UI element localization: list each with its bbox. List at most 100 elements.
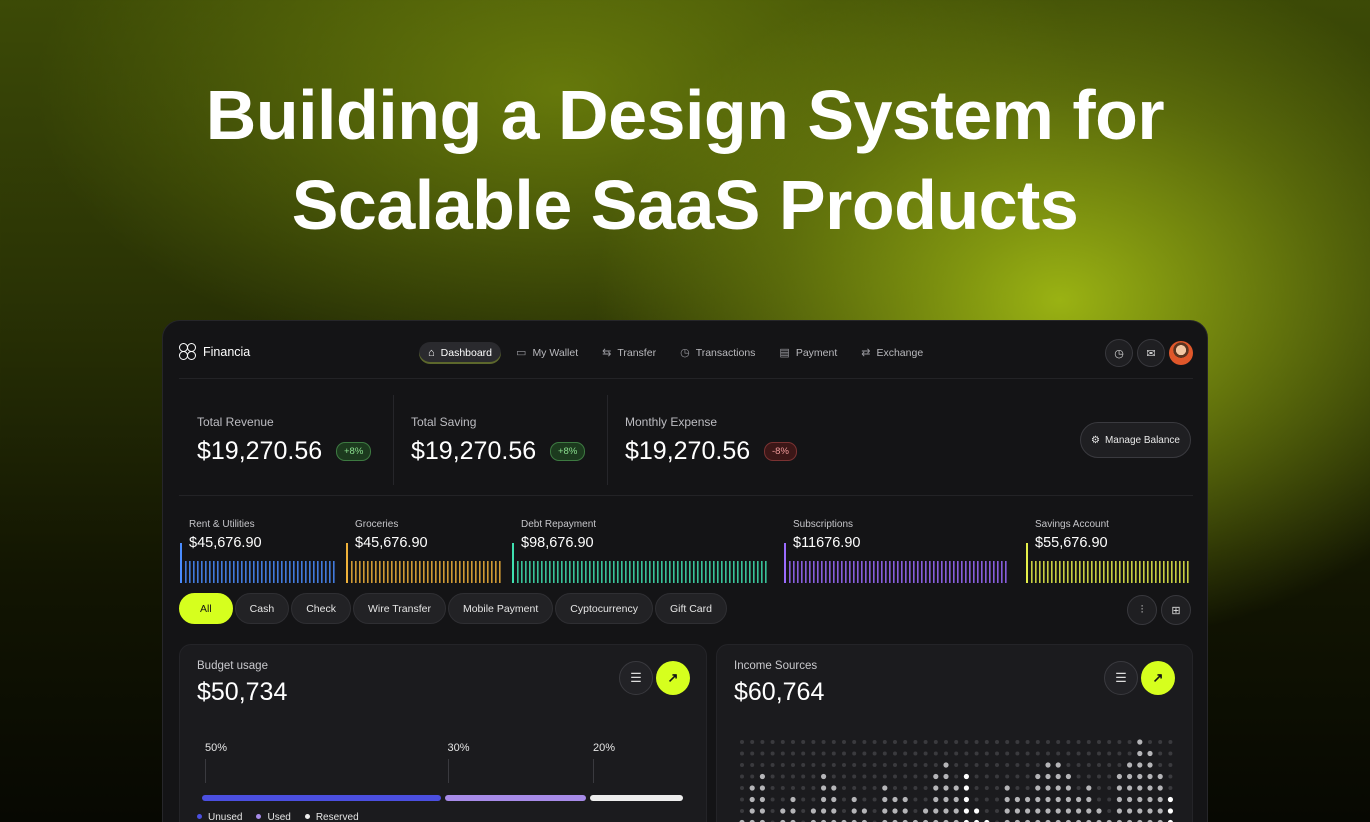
manage-balance-button[interactable]: ⚙ Manage Balance (1079, 422, 1191, 458)
budget-filter-button[interactable]: ☰ (619, 661, 653, 695)
category-bar-tick (597, 561, 599, 583)
stat-total-revenue: Total Revenue $19,270.56 +8% (179, 395, 393, 485)
matrix-dot (872, 809, 877, 813)
main-nav: ⌂ Dashboard ▭ My Wallet ⇆ Transfer ◷ Transactio… (419, 341, 932, 364)
matrix-dot (1157, 808, 1163, 814)
category-bar-tick (499, 561, 501, 583)
matrix-dot (831, 785, 837, 791)
category-bar-tick (1127, 561, 1129, 583)
brand[interactable]: Financia (179, 343, 250, 361)
category-bar-tick (487, 561, 489, 583)
nav-dashboard[interactable]: ⌂ Dashboard (419, 341, 502, 364)
matrix-dot (892, 796, 898, 803)
stat-monthly-expense: Monthly Expense $19,270.56 -8% (607, 395, 867, 485)
category-bar-tick (789, 561, 791, 583)
filter-chip-check[interactable]: Check (291, 593, 351, 624)
filter-chip-cyptocurrency[interactable]: Cyptocurrency (555, 593, 653, 624)
matrix-dot (861, 808, 867, 814)
matrix-dot (913, 797, 918, 802)
matrix-dot (1137, 739, 1143, 745)
matrix-dot (1045, 762, 1051, 768)
matrix-dot (995, 786, 999, 790)
matrix-dot (943, 785, 949, 791)
stat-value: $19,270.56 (197, 437, 323, 465)
matrix-dot (1147, 750, 1153, 757)
category-bar-tick (273, 561, 275, 583)
history-button[interactable]: ◷ (1105, 339, 1133, 367)
category-bar-tick (367, 561, 369, 583)
category-bar-tick (945, 561, 947, 583)
category-rent-utilities[interactable]: Rent & Utilities $45,676.90 (179, 516, 339, 586)
notifications-button[interactable]: ✉ (1137, 339, 1165, 367)
matrix-dot (943, 762, 949, 768)
category-bar-tick (379, 561, 381, 583)
category-bar-tick (645, 561, 647, 583)
category-bar-tick (189, 561, 191, 583)
budget-open-button[interactable]: ↗ (656, 661, 690, 695)
matrix-dot (984, 740, 989, 744)
category-bar-tick (451, 561, 453, 583)
matrix-dot (1107, 763, 1112, 767)
matrix-dot (801, 797, 806, 802)
category-bar-tick (325, 561, 327, 583)
category-bar-tick (609, 561, 611, 583)
category-bar-tick (313, 561, 315, 583)
matrix-dot (801, 774, 806, 779)
category-bar-tick (721, 561, 723, 583)
category-subscriptions[interactable]: Subscriptions $11676.90 (783, 516, 1013, 586)
matrix-dot (1035, 808, 1041, 814)
category-label: Subscriptions (793, 519, 854, 530)
matrix-dot (1055, 773, 1061, 780)
matrix-dot (1167, 796, 1173, 803)
stat-value: $19,270.56 (411, 437, 537, 465)
nav-transfer[interactable]: ⇆ Transfer (593, 341, 665, 364)
matrix-dot (1097, 786, 1101, 790)
matrix-dot (1117, 763, 1122, 767)
matrix-dot (1055, 785, 1061, 791)
category-bar-tick (573, 561, 575, 583)
category-bar-tick (483, 561, 485, 583)
category-bar-tick (649, 561, 651, 583)
filter-settings-button[interactable]: ⫶ (1127, 595, 1157, 625)
category-bar-tick (925, 561, 927, 583)
avatar[interactable] (1169, 341, 1193, 365)
brand-name: Financia (203, 345, 251, 359)
filter-chip-wire-transfer[interactable]: Wire Transfer (352, 593, 446, 624)
nav-transactions[interactable]: ◷ Transactions (671, 341, 764, 364)
filter-chip-mobile-payment[interactable]: Mobile Payment (447, 593, 554, 624)
category-bar-tick (467, 561, 469, 583)
category-bar-tick (301, 561, 303, 583)
matrix-dot (923, 740, 928, 744)
category-groceries[interactable]: Groceries $45,676.90 (345, 516, 505, 586)
category-bar-tick (1179, 561, 1181, 583)
category-debt-repayment[interactable]: Debt Repayment $98,676.90 (511, 516, 773, 586)
category-bar-tick (553, 561, 555, 583)
category-bar-tick (1111, 561, 1113, 583)
category-bar-tick (701, 561, 703, 583)
filter-chip-gift-card[interactable]: Gift Card (654, 593, 727, 624)
matrix-dot (974, 808, 980, 814)
category-savings-account[interactable]: Savings Account $55,676.90 (1025, 516, 1193, 586)
nav-exchange[interactable]: ⇄ Exchange (852, 341, 932, 364)
category-bar-tick (293, 561, 295, 583)
nav-payment[interactable]: ▤ Payment (770, 341, 846, 364)
category-bar-tick (885, 561, 887, 583)
matrix-dot (882, 763, 887, 767)
category-bar-tick (399, 561, 401, 583)
matrix-dot (801, 809, 806, 813)
category-value: $45,676.90 (355, 535, 428, 551)
nav-my-wallet[interactable]: ▭ My Wallet (507, 341, 587, 364)
category-bar-tick (491, 561, 493, 583)
matrix-dot (913, 763, 918, 767)
matrix-dot (790, 808, 796, 814)
filter-chip-all[interactable]: All (179, 593, 233, 624)
matrix-dot (1005, 763, 1010, 767)
matrix-dot (831, 740, 836, 744)
matrix-dot (740, 751, 744, 756)
filter-chip-cash[interactable]: Cash (234, 593, 290, 624)
matrix-dot (882, 808, 888, 814)
matrix-dot (963, 785, 969, 791)
grid-view-button[interactable]: ⊞ (1161, 595, 1191, 625)
matrix-dot (801, 740, 806, 744)
category-bar-tick (277, 561, 279, 583)
